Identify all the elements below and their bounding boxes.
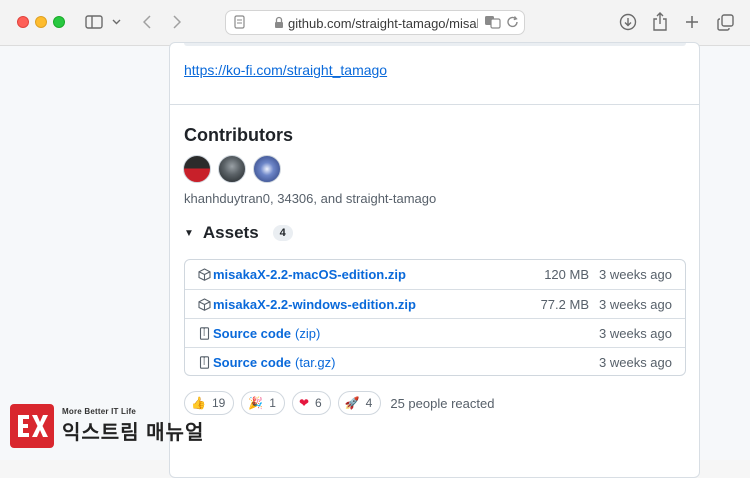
asset-size: 120 MB (544, 267, 589, 282)
tabs-overview-icon[interactable] (716, 11, 734, 33)
share-icon[interactable] (651, 11, 669, 33)
address-url: github.com/straight-tamago/misakaX (288, 16, 478, 31)
back-icon[interactable] (140, 11, 154, 33)
asset-size: 77.2 MB (540, 297, 589, 312)
avatar-khanhduytran0[interactable] (183, 155, 211, 183)
package-icon (198, 298, 211, 311)
section-divider (170, 104, 699, 105)
sidebar-icon[interactable] (84, 11, 104, 33)
asset-row: Source code (tar.gz) 3 weeks ago (185, 347, 685, 376)
contributors-heading: Contributors (184, 125, 293, 145)
new-tab-icon[interactable] (684, 11, 700, 33)
zoom-window-button[interactable] (53, 16, 65, 28)
heart-icon: ❤ (298, 396, 310, 410)
reacted-summary: 25 people reacted (390, 395, 495, 411)
download-icon[interactable] (618, 11, 638, 33)
reactions-bar: 👍 19 🎉 1 ❤ 6 🚀 4 25 people reacted (184, 391, 494, 415)
assets-count-badge: 4 (272, 225, 293, 241)
triangle-down-icon: ▼ (184, 227, 194, 239)
minimize-window-button[interactable] (35, 16, 47, 28)
package-icon (198, 268, 211, 281)
lock-icon (274, 16, 284, 34)
release-card: https://ko-fi.com/straight_tamago Contri… (169, 42, 700, 478)
asset-row: misakaX-2.2-windows-edition.zip 77.2 MB … (185, 289, 685, 318)
assets-heading: Assets (202, 223, 259, 242)
reload-icon[interactable] (506, 15, 519, 34)
code-block-edge (184, 43, 686, 46)
address-bar[interactable]: github.com/straight-tamago/misakaX (225, 10, 525, 35)
assets-toggle[interactable]: ▼ Assets 4 (184, 223, 293, 243)
asset-link[interactable]: Source code (tar.gz) (213, 355, 336, 370)
reaction-rocket[interactable]: 🚀 4 (337, 391, 382, 415)
file-zip-icon (198, 356, 211, 369)
reaction-heart[interactable]: ❤ 6 (291, 391, 331, 415)
assets-list: misakaX-2.2-macOS-edition.zip 120 MB 3 w… (184, 259, 686, 376)
asset-row: Source code (zip) 3 weeks ago (185, 318, 685, 347)
watermark-text: More Better IT Life 익스트림 매뉴얼 (62, 407, 205, 444)
asset-link[interactable]: misakaX-2.2-macOS-edition.zip (213, 267, 406, 282)
avatar-34306[interactable] (218, 155, 246, 183)
chevron-down-icon[interactable] (110, 11, 122, 33)
browser-toolbar: github.com/straight-tamago/misakaX (0, 0, 750, 46)
file-zip-icon (198, 327, 211, 340)
asset-row: misakaX-2.2-macOS-edition.zip 120 MB 3 w… (185, 260, 685, 289)
translate-icon[interactable] (484, 15, 502, 34)
avatar-straight-tamago[interactable] (253, 155, 281, 183)
watermark-logo (10, 404, 54, 448)
party-popper-icon: 🎉 (248, 396, 264, 410)
forward-icon[interactable] (170, 11, 184, 33)
asset-date: 3 weeks ago (599, 297, 672, 312)
asset-date: 3 weeks ago (599, 326, 672, 341)
close-window-button[interactable] (17, 16, 29, 28)
reaction-hooray[interactable]: 🎉 1 (241, 391, 285, 415)
funding-link[interactable]: https://ko-fi.com/straight_tamago (184, 62, 387, 78)
rocket-icon: 🚀 (344, 396, 360, 410)
asset-link[interactable]: Source code (zip) (213, 326, 320, 341)
page-content: https://ko-fi.com/straight_tamago Contri… (0, 42, 750, 478)
watermark: More Better IT Life 익스트림 매뉴얼 (10, 404, 204, 448)
contributors-list: khanhduytran0, 34306, and straight-tamag… (184, 191, 437, 206)
asset-date: 3 weeks ago (599, 267, 672, 282)
asset-date: 3 weeks ago (599, 355, 672, 370)
asset-link[interactable]: misakaX-2.2-windows-edition.zip (213, 297, 416, 312)
page-icon (234, 15, 245, 34)
